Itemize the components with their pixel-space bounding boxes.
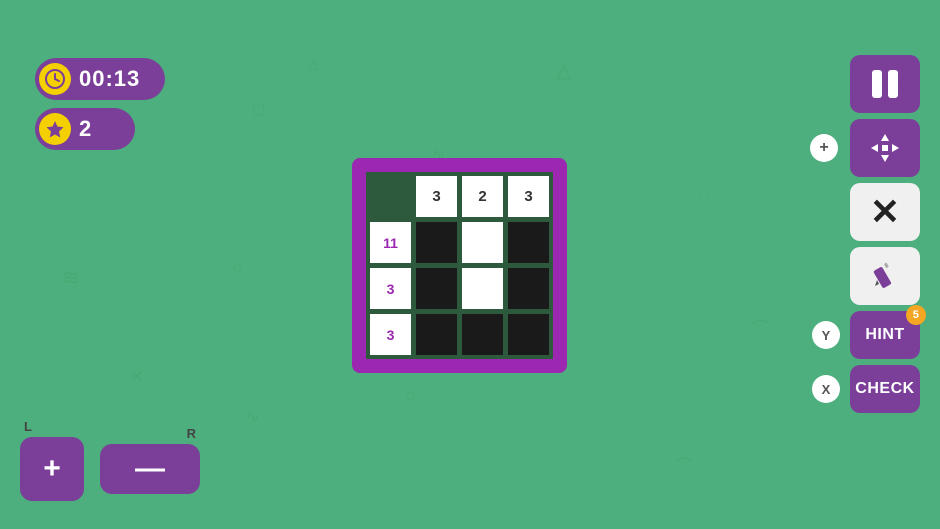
minus-button[interactable]: — — [100, 444, 200, 494]
cell-3-3[interactable] — [507, 313, 550, 356]
hint-button[interactable]: HINT 5 — [850, 311, 920, 359]
cell-2-3[interactable] — [507, 267, 550, 310]
check-button[interactable]: CHECK — [850, 365, 920, 413]
r-label: R — [187, 426, 196, 441]
cell-3-2[interactable] — [461, 313, 504, 356]
cell-0-2[interactable]: 2 — [461, 175, 504, 218]
score-icon — [39, 113, 71, 145]
pause-row — [850, 55, 920, 113]
check-label: CHECK — [855, 380, 914, 398]
x-icon: ✕ — [870, 191, 900, 233]
bg-square-1: □ — [253, 100, 264, 121]
bg-triangle-1: △ — [556, 58, 571, 83]
plus-button[interactable]: + — [20, 437, 84, 501]
cell-0-3[interactable]: 3 — [507, 175, 550, 218]
x-btn-row: ✕ — [850, 183, 920, 241]
cell-0-1[interactable]: 3 — [415, 175, 458, 218]
cell-3-0[interactable]: 3 — [369, 313, 412, 356]
cell-1-0[interactable]: 11 — [369, 221, 412, 264]
score-value: 2 — [79, 116, 91, 142]
bg-circle-1: ○ — [232, 258, 243, 279]
cell-2-2[interactable] — [461, 267, 504, 310]
bg-triangle-2: △ — [308, 55, 319, 72]
plus-btn-wrapper: L + — [20, 437, 84, 501]
pencil-row — [850, 247, 920, 305]
bg-shape-extra: □ — [700, 190, 708, 206]
pause-button[interactable] — [850, 55, 920, 113]
plus-icon: + — [43, 454, 61, 484]
bg-wave-2: ∿ — [246, 407, 259, 427]
cell-1-2[interactable] — [461, 221, 504, 264]
timer-display: 00:13 — [35, 58, 165, 100]
minus-btn-wrapper: R — — [90, 444, 200, 494]
bg-cross-1: ✕ — [130, 367, 143, 387]
x-label-badge: X — [812, 375, 840, 403]
bg-circle-2: ○ — [405, 385, 416, 406]
hint-row: Y HINT 5 — [812, 311, 920, 359]
arrows-icon — [869, 132, 901, 164]
pencil-icon — [871, 262, 899, 290]
score-display: 2 — [35, 108, 135, 150]
plus-circle-badge: + — [810, 134, 838, 162]
check-row: X CHECK — [812, 365, 920, 413]
y-label-badge: Y — [812, 321, 840, 349]
puzzle-grid: 3 2 3 11 3 3 — [366, 172, 553, 359]
puzzle-container: 3 2 3 11 3 3 — [352, 158, 567, 373]
x-button[interactable]: ✕ — [850, 183, 920, 241]
timer-value: 00:13 — [79, 66, 140, 92]
hint-label: HINT — [865, 326, 904, 344]
move-row: + — [850, 119, 920, 177]
bg-chevron-1: ⌒ — [752, 315, 770, 341]
cell-0-0[interactable] — [369, 175, 412, 218]
cell-2-0[interactable]: 3 — [369, 267, 412, 310]
cell-1-3[interactable] — [507, 221, 550, 264]
pause-bar-2 — [888, 70, 898, 98]
cell-3-1[interactable] — [415, 313, 458, 356]
minus-icon: — — [135, 454, 165, 484]
bg-wave-3: ⌒ — [676, 452, 692, 476]
timer-icon — [39, 63, 71, 95]
bg-squiggle-1: ≋ — [62, 265, 80, 291]
bottom-controls: L + R — — [20, 437, 200, 501]
l-label: L — [24, 419, 32, 434]
cell-2-1[interactable] — [415, 267, 458, 310]
hint-badge: 5 — [906, 305, 926, 325]
move-button[interactable] — [850, 119, 920, 177]
pencil-button[interactable] — [850, 247, 920, 305]
right-controls: + ✕ Y HINT — [812, 55, 920, 413]
cell-1-1[interactable] — [415, 221, 458, 264]
pause-bar-1 — [872, 70, 882, 98]
pause-icon — [872, 70, 898, 98]
